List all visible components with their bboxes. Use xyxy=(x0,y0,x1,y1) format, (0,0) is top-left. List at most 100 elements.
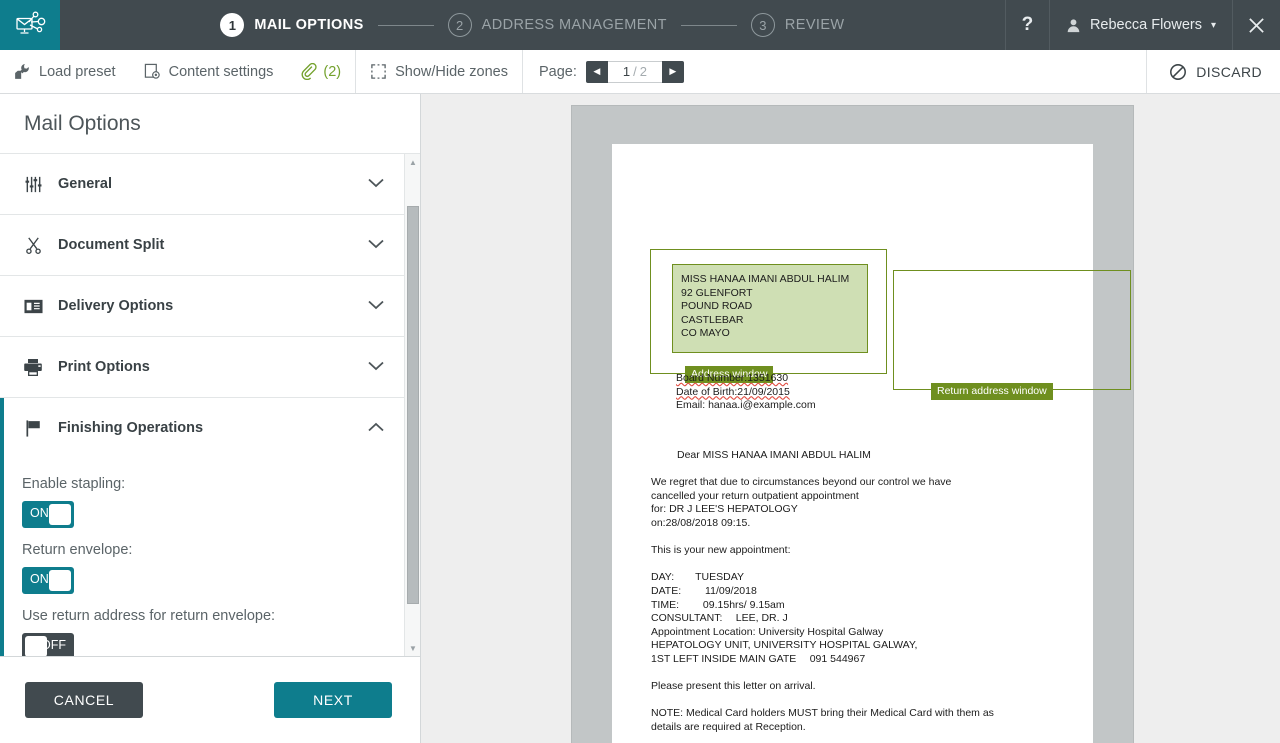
document-page[interactable]: MISS HANAA IMANI ABDUL HALIM 92 GLENFORT… xyxy=(612,144,1131,743)
crop-zones-icon xyxy=(371,64,386,79)
accordion-label-document-split: Document Split xyxy=(58,237,165,253)
return-address-window-tag: Return address window xyxy=(931,383,1053,400)
step-2-label: ADDRESS MANAGEMENT xyxy=(481,17,667,33)
page-label: Page: xyxy=(538,63,577,80)
meta-line-1: Board Number:1351630 xyxy=(676,372,789,384)
address-line-2: 92 GLENFORT xyxy=(681,286,753,299)
letter-body: Dear MISS HANAA IMANI ABDUL HALIM We reg… xyxy=(651,449,1071,743)
app-logo[interactable] xyxy=(0,0,60,50)
accordion-section-document-split: Document Split xyxy=(0,215,404,276)
page-indicator[interactable]: 1 / 2 xyxy=(607,60,662,83)
step-connector-1 xyxy=(377,24,434,26)
accordion-header-print-options[interactable]: Print Options xyxy=(0,337,404,397)
load-preset-label: Load preset xyxy=(39,63,116,80)
step-2-number: 2 xyxy=(447,13,472,37)
body-line-18: details are required at Reception. xyxy=(651,720,806,733)
accordion-section-general: General xyxy=(0,154,404,215)
return-envelope-toggle[interactable]: ON xyxy=(22,567,74,594)
discard-icon xyxy=(1170,63,1187,80)
flag-icon xyxy=(22,419,44,438)
step-3-label: REVIEW xyxy=(784,17,845,33)
sidebar-footer: CANCEL NEXT xyxy=(0,656,420,743)
accordion-header-finishing-operations[interactable]: Finishing Operations xyxy=(4,398,404,458)
chevron-down-icon xyxy=(368,358,384,376)
return-envelope-state: ON xyxy=(30,572,49,586)
step-mail-options[interactable]: 1 MAIL OPTIONS xyxy=(220,13,363,37)
document-toolbar: Load preset Content settings (2) Show/Hi… xyxy=(0,50,1280,94)
mail-options-app: 1 MAIL OPTIONS 2 ADDRESS MANAGEMENT 3 RE… xyxy=(0,0,1280,743)
accordion-header-delivery-options[interactable]: Delivery Options xyxy=(0,276,404,336)
user-menu[interactable]: Rebecca Flowers ▾ xyxy=(1048,0,1232,50)
envelope-card-icon xyxy=(22,299,44,314)
body-line-0: We regret that due to circumstances beyo… xyxy=(651,476,952,489)
address-line-3: POUND ROAD xyxy=(681,300,753,313)
address-line-1: MISS HANAA IMANI ABDUL HALIM xyxy=(681,273,850,285)
enable-stapling-label: Enable stapling: xyxy=(22,476,126,492)
step-1-label: MAIL OPTIONS xyxy=(254,17,364,33)
body-line-12: HEPATOLOGY UNIT, UNIVERSITY HOSPITAL GAL… xyxy=(651,639,918,652)
accordion-label-print-options: Print Options xyxy=(58,359,150,375)
attachments-button[interactable]: (2) xyxy=(287,50,355,93)
close-icon xyxy=(1249,17,1264,33)
chevron-down-icon: ▾ xyxy=(1210,19,1216,31)
use-return-address-label: Use return address for return envelope: xyxy=(22,608,276,624)
accordion-label-finishing-operations: Finishing Operations xyxy=(58,420,204,436)
scroll-down-icon[interactable]: ▼ xyxy=(405,640,420,656)
body-line-11: Appointment Location: University Hospita… xyxy=(651,625,884,638)
body-line-17: NOTE: Medical Card holders MUST bring th… xyxy=(651,707,994,720)
enable-stapling-toggle[interactable]: ON xyxy=(22,501,74,528)
body-line-7: DAY: TUESDAY xyxy=(651,571,744,584)
salutation: Dear MISS HANAA IMANI ABDUL HALIM xyxy=(677,449,871,461)
step-connector-2 xyxy=(680,24,737,26)
step-1-number: 1 xyxy=(220,13,245,37)
prev-page-button[interactable]: ◀ xyxy=(585,60,608,83)
load-preset-button[interactable]: Load preset xyxy=(0,50,130,93)
attachments-count: (2) xyxy=(323,63,342,80)
document-gear-icon xyxy=(144,63,160,79)
body-line-5: This is your new appointment: xyxy=(651,544,791,557)
accordion-label-delivery-options: Delivery Options xyxy=(58,298,174,314)
body-line-15: Please present this letter on arrival. xyxy=(651,680,816,693)
help-button[interactable]: ? xyxy=(1004,0,1049,50)
body-line-3: on:28/08/2018 09:15. xyxy=(651,516,751,529)
avatar-icon xyxy=(1067,18,1080,32)
next-page-button[interactable]: ▶ xyxy=(661,60,684,83)
return-address-zone[interactable] xyxy=(893,270,1131,390)
scroll-up-icon[interactable]: ▲ xyxy=(405,154,420,170)
sidebar-scrollbar[interactable]: ▲ ▼ xyxy=(404,154,420,656)
accordion-header-document-split[interactable]: Document Split xyxy=(0,215,404,275)
toolbar-left-group: Load preset Content settings (2) xyxy=(0,50,355,93)
step-review[interactable]: 3 REVIEW xyxy=(750,13,845,37)
document-content: MISS HANAA IMANI ABDUL HALIM 92 GLENFORT… xyxy=(612,144,1131,743)
body-line-8: DATE: 11/09/2018 xyxy=(651,584,757,597)
accordion-header-general[interactable]: General xyxy=(0,154,404,214)
close-button[interactable] xyxy=(1232,0,1280,50)
step-address-management[interactable]: 2 ADDRESS MANAGEMENT xyxy=(447,13,667,37)
body-line-13: 1ST LEFT INSIDE MAIN GATE 091 544967 xyxy=(651,652,866,665)
use-return-address-toggle[interactable]: OFF xyxy=(22,633,74,656)
next-button[interactable]: NEXT xyxy=(274,682,392,718)
enable-stapling-state: ON xyxy=(30,506,49,520)
content-settings-button[interactable]: Content settings xyxy=(130,50,288,93)
patient-meta: Board Number:1351630 Date of Birth:21/09… xyxy=(676,372,816,413)
accordion-label-general: General xyxy=(58,176,112,192)
chevron-down-icon xyxy=(368,297,384,315)
body-line-9: TIME: 09.15hrs/ 9.15am xyxy=(651,598,785,611)
page-total: 2 xyxy=(639,64,647,79)
body-line-1: cancelled your return outpatient appoint… xyxy=(651,489,859,502)
wizard-stepper: 1 MAIL OPTIONS 2 ADDRESS MANAGEMENT 3 RE… xyxy=(60,0,1005,50)
accordion-list: General Document Split Delivery Options … xyxy=(0,154,404,656)
toggle-knob xyxy=(25,636,47,656)
sliders-icon xyxy=(22,175,44,194)
document-preview[interactable]: MISS HANAA IMANI ABDUL HALIM 92 GLENFORT… xyxy=(421,94,1280,743)
address-zone-inner[interactable]: MISS HANAA IMANI ABDUL HALIM 92 GLENFORT… xyxy=(672,264,868,353)
page-current: 1 xyxy=(622,64,631,79)
cancel-button[interactable]: CANCEL xyxy=(25,682,143,718)
show-hide-zones-button[interactable]: Show/Hide zones xyxy=(356,50,522,93)
scrollbar-thumb[interactable] xyxy=(407,206,419,604)
discard-button[interactable]: DISCARD xyxy=(1146,50,1280,93)
